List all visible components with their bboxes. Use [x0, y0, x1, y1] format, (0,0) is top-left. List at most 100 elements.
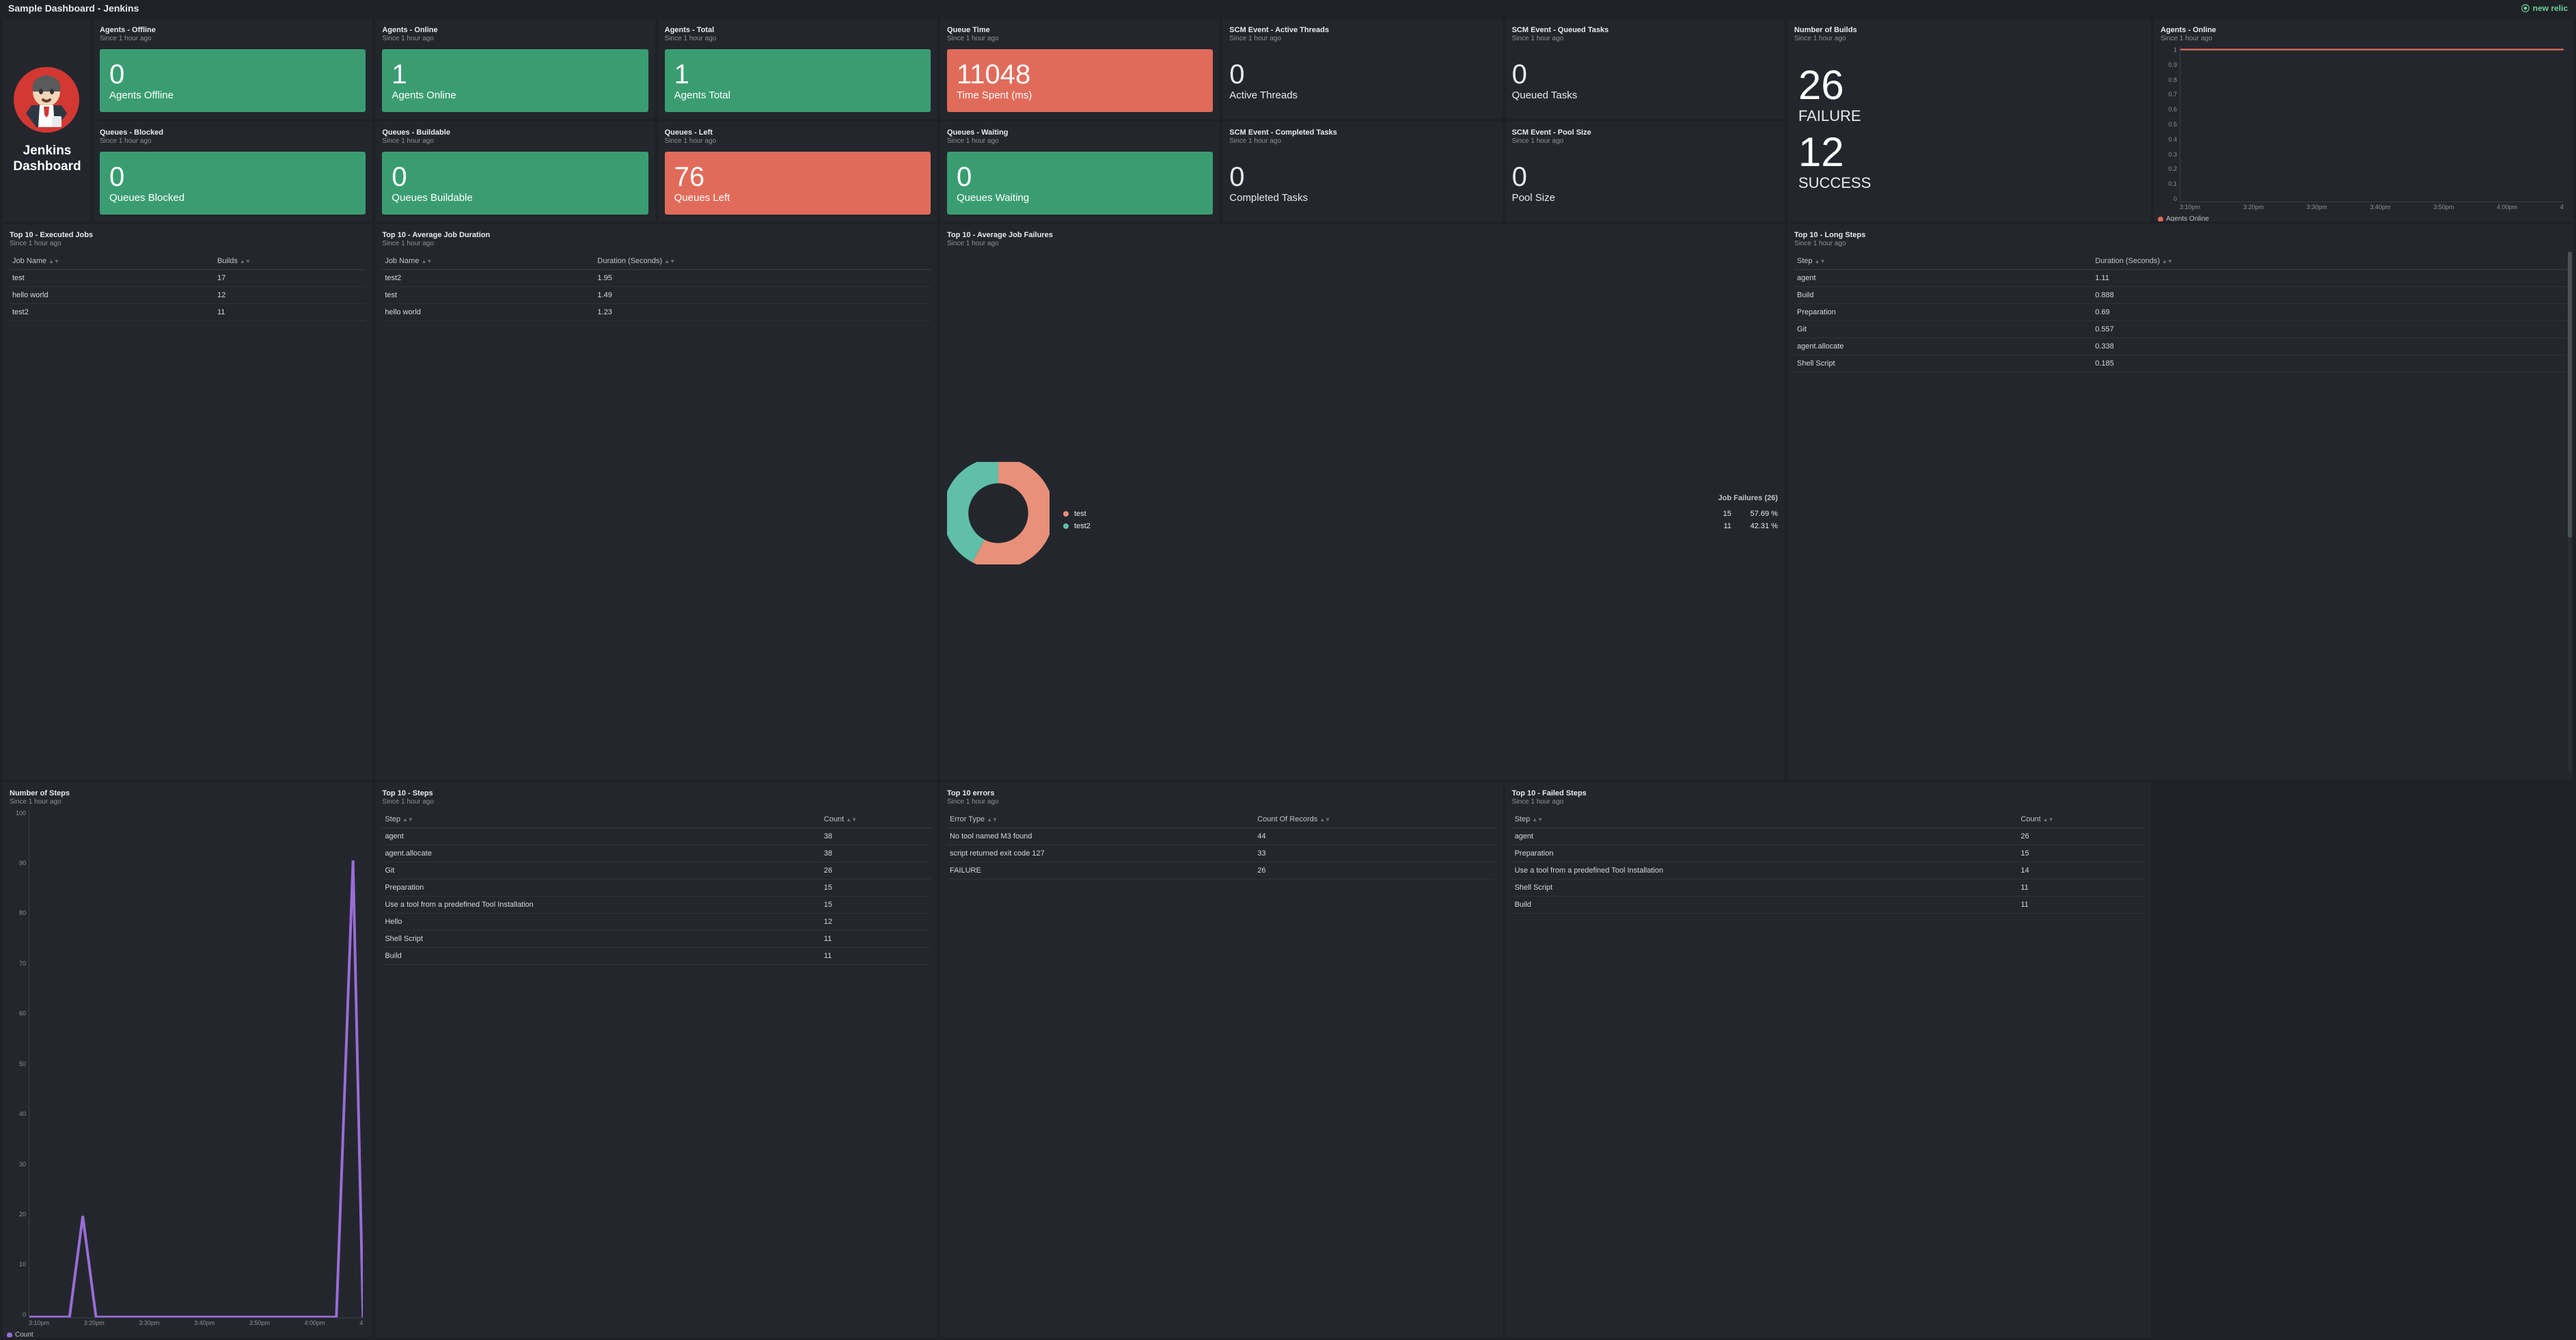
- col-header[interactable]: Step▲▼: [1512, 811, 2018, 828]
- table-row[interactable]: No tool named M3 found44: [947, 828, 1496, 845]
- table-row[interactable]: Preparation15: [1512, 845, 2144, 862]
- table-row[interactable]: agent38: [382, 828, 931, 845]
- sort-icon[interactable]: ▲▼: [1319, 817, 1330, 823]
- kpi-value: 0: [1229, 61, 1495, 88]
- table-row[interactable]: FAILURE26: [947, 862, 1496, 879]
- kpi-card[interactable]: Agents - Offline Since 1 hour ago 0 Agen…: [93, 19, 372, 119]
- kpi-label: Queues Waiting: [957, 192, 1203, 204]
- kpi-title: Queues - Blocked: [100, 128, 366, 137]
- sort-icon[interactable]: ▲▼: [240, 258, 251, 264]
- table-row[interactable]: test21.95: [382, 270, 931, 287]
- table-row[interactable]: Build11: [382, 947, 931, 964]
- table-row[interactable]: test1.49: [382, 287, 931, 304]
- kpi-value: 1: [392, 61, 638, 88]
- kpi-label: Time Spent (ms): [957, 90, 1203, 101]
- table-row[interactable]: test17: [10, 270, 366, 287]
- failed-steps-panel[interactable]: Top 10 - Failed Steps Since 1 hour ago S…: [1505, 782, 2151, 1338]
- kpi-card[interactable]: Queues - Blocked Since 1 hour ago 0 Queu…: [93, 122, 372, 221]
- table-row[interactable]: agent1.11: [1794, 270, 2566, 287]
- table-row[interactable]: Preparation0.69: [1794, 304, 2566, 321]
- table-row[interactable]: script returned exit code 12733: [947, 845, 1496, 862]
- col-header[interactable]: Step▲▼: [382, 811, 821, 828]
- col-header[interactable]: Job Name▲▼: [382, 253, 594, 270]
- sort-icon[interactable]: ▲▼: [1532, 817, 1543, 823]
- scm-card[interactable]: SCM Event - Pool Size Since 1 hour ago 0…: [1505, 122, 1785, 221]
- table-row[interactable]: Shell Script11: [1512, 879, 2144, 896]
- sort-icon[interactable]: ▲▼: [1815, 258, 1826, 264]
- col-header[interactable]: Builds▲▼: [215, 253, 366, 270]
- scm-card[interactable]: SCM Event - Queued Tasks Since 1 hour ag…: [1505, 19, 1785, 119]
- kpi-card[interactable]: Queues - Left Since 1 hour ago 76 Queues…: [658, 122, 937, 221]
- table-row[interactable]: agent26: [1512, 828, 2144, 845]
- col-header[interactable]: Step▲▼: [1794, 253, 2092, 270]
- table-row[interactable]: Git26: [382, 862, 931, 879]
- sort-icon[interactable]: ▲▼: [846, 817, 857, 823]
- table-row[interactable]: Build0.888: [1794, 287, 2566, 304]
- panel-subtitle: Since 1 hour ago: [382, 798, 931, 806]
- kpi-subtitle: Since 1 hour ago: [382, 35, 648, 42]
- col-header[interactable]: Duration (Seconds)▲▼: [594, 253, 931, 270]
- table-row[interactable]: test211: [10, 304, 366, 321]
- executed-jobs-panel[interactable]: Top 10 - Executed Jobs Since 1 hour ago …: [3, 224, 372, 780]
- kpi-label: Queues Blocked: [109, 192, 356, 204]
- top-steps-panel[interactable]: Top 10 - Steps Since 1 hour ago Step▲▼Co…: [375, 782, 937, 1338]
- sort-icon[interactable]: ▲▼: [664, 258, 675, 264]
- table-row[interactable]: Build11: [1512, 896, 2144, 913]
- kpi-value: 0: [1512, 61, 1778, 88]
- kpi-card[interactable]: Queues - Buildable Since 1 hour ago 0 Qu…: [375, 122, 655, 221]
- panel-title: Top 10 - Executed Jobs: [10, 231, 366, 239]
- avg-duration-panel[interactable]: Top 10 - Average Job Duration Since 1 ho…: [375, 224, 937, 780]
- scrollbar[interactable]: [2568, 251, 2572, 773]
- sort-icon[interactable]: ▲▼: [421, 258, 432, 264]
- table-row[interactable]: Shell Script0.185: [1794, 355, 2566, 372]
- table-row[interactable]: Hello12: [382, 913, 931, 930]
- kpi-label: Queues Buildable: [392, 192, 638, 204]
- table-row[interactable]: hello world1.23: [382, 304, 931, 321]
- scm-card[interactable]: SCM Event - Active Threads Since 1 hour …: [1222, 19, 1502, 119]
- table-row[interactable]: hello world12: [10, 287, 366, 304]
- table-row[interactable]: Shell Script11: [382, 930, 931, 947]
- job-failures-panel[interactable]: Top 10 - Average Job Failures Since 1 ho…: [940, 224, 1785, 780]
- kpi-subtitle: Since 1 hour ago: [665, 137, 931, 145]
- panel-title: Top 10 - Average Job Failures: [947, 231, 1778, 239]
- kpi-title: Queues - Left: [665, 128, 931, 137]
- kpi-card[interactable]: Queue Time Since 1 hour ago 11048 Time S…: [940, 19, 1220, 119]
- legend-row[interactable]: test21142.31 %: [1063, 520, 1778, 532]
- kpi-label: Agents Total: [674, 90, 921, 101]
- sort-icon[interactable]: ▲▼: [2043, 817, 2054, 823]
- kpi-title: Queue Time: [947, 26, 1213, 34]
- table-row[interactable]: agent.allocate0.338: [1794, 338, 2566, 355]
- long-steps-panel[interactable]: Top 10 - Long Steps Since 1 hour ago Ste…: [1787, 224, 2573, 780]
- table-row[interactable]: Use a tool from a predefined Tool Instal…: [382, 896, 931, 913]
- table-row[interactable]: Preparation15: [382, 879, 931, 896]
- col-header[interactable]: Error Type▲▼: [947, 811, 1255, 828]
- sort-icon[interactable]: ▲▼: [49, 258, 59, 264]
- panel-title: Top 10 errors: [947, 789, 1496, 797]
- col-header[interactable]: Count Of Records▲▼: [1255, 811, 1495, 828]
- sort-icon[interactable]: ▲▼: [2162, 258, 2173, 264]
- sort-icon[interactable]: ▲▼: [987, 817, 998, 823]
- errors-panel[interactable]: Top 10 errors Since 1 hour ago Error Typ…: [940, 782, 1503, 1338]
- legend-row[interactable]: test1557.69 %: [1063, 508, 1778, 520]
- builds-panel[interactable]: Number of Builds Since 1 hour ago 26 FAI…: [1787, 19, 2151, 221]
- table-row[interactable]: Use a tool from a predefined Tool Instal…: [1512, 862, 2144, 879]
- num-steps-panel[interactable]: Number of Steps Since 1 hour ago 1009080…: [3, 782, 372, 1338]
- col-header[interactable]: Duration (Seconds)▲▼: [2092, 253, 2566, 270]
- col-header[interactable]: Count▲▼: [2018, 811, 2144, 828]
- col-header[interactable]: Job Name▲▼: [10, 253, 215, 270]
- kpi-card[interactable]: Queues - Waiting Since 1 hour ago 0 Queu…: [940, 122, 1220, 221]
- sort-icon[interactable]: ▲▼: [402, 817, 413, 823]
- kpi-card[interactable]: Agents - Online Since 1 hour ago 1 Agent…: [375, 19, 655, 119]
- table-row[interactable]: agent.allocate38: [382, 845, 931, 862]
- panel-title: Top 10 - Steps: [382, 789, 931, 797]
- agents-online-chart[interactable]: Agents - Online Since 1 hour ago 10.90.8…: [2154, 19, 2573, 221]
- scm-card[interactable]: SCM Event - Completed Tasks Since 1 hour…: [1222, 122, 1502, 221]
- kpi-card[interactable]: Agents - Total Since 1 hour ago 1 Agents…: [658, 19, 937, 119]
- data-table: Step▲▼Count▲▼ agent26Preparation15Use a …: [1512, 811, 2144, 914]
- panel-title: Top 10 - Failed Steps: [1512, 789, 2144, 797]
- data-table: Step▲▼Count▲▼ agent38agent.allocate38Git…: [382, 811, 931, 965]
- table-row[interactable]: Git0.557: [1794, 321, 2566, 338]
- jenkins-icon: [12, 66, 81, 134]
- col-header[interactable]: Count▲▼: [821, 811, 931, 828]
- kpi-subtitle: Since 1 hour ago: [1229, 35, 1495, 42]
